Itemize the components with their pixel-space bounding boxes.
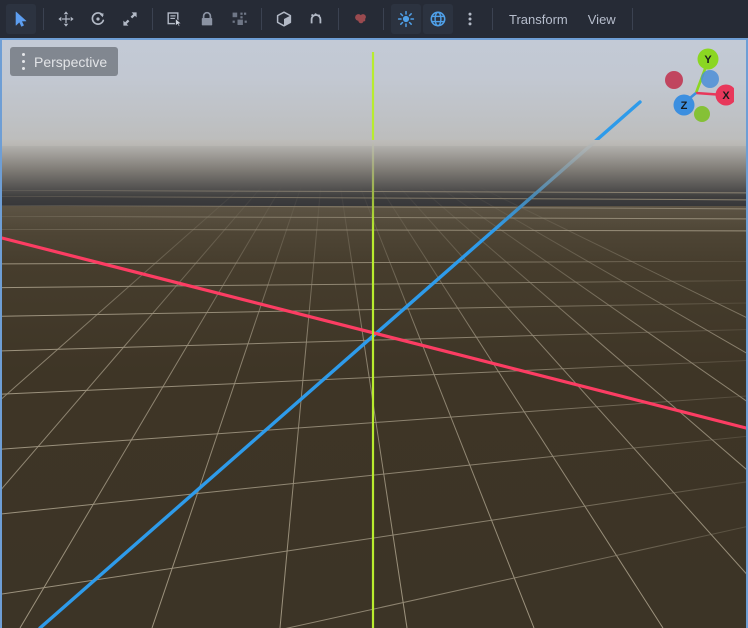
gizmo-label-y: Y <box>704 54 712 66</box>
3d-viewport[interactable] <box>2 40 746 628</box>
perspective-label: Perspective <box>34 54 107 70</box>
preview-sun-button[interactable] <box>391 4 421 34</box>
preview-environment-button[interactable] <box>423 4 453 34</box>
lock-selected-button[interactable] <box>192 4 222 34</box>
godot-3d-editor-window: Transform View <box>0 0 748 628</box>
gizmo-ball-y-negative <box>694 106 710 122</box>
toolbar-divider <box>43 8 44 30</box>
scale-mode-button[interactable] <box>115 4 145 34</box>
select-mode-button[interactable] <box>6 4 36 34</box>
axis-z-line <box>40 102 640 628</box>
toolbar-divider <box>383 8 384 30</box>
toolbar-divider <box>152 8 153 30</box>
move-mode-button[interactable] <box>51 4 81 34</box>
rotate-mode-button[interactable] <box>83 4 113 34</box>
local-space-button[interactable] <box>301 4 331 34</box>
perspective-label-button[interactable]: Perspective <box>10 47 118 76</box>
toolbar-divider <box>492 8 493 30</box>
list-selection-button[interactable] <box>160 4 190 34</box>
toolbar-divider <box>632 8 633 30</box>
gizmo-ball-z-negative <box>701 70 719 88</box>
transform-menu[interactable]: Transform <box>499 4 578 34</box>
world-axes <box>2 40 746 628</box>
gizmo-ball-x-negative <box>665 71 683 89</box>
snap-mode-button[interactable] <box>269 4 299 34</box>
kebab-menu-icon <box>16 53 30 70</box>
group-selected-button[interactable] <box>224 4 254 34</box>
toolbar-divider <box>338 8 339 30</box>
3d-viewport-frame[interactable]: Perspective Y X Z <box>0 38 748 628</box>
toolbar-divider <box>261 8 262 30</box>
view-menu[interactable]: View <box>578 4 626 34</box>
viewport-toolbar: Transform View <box>0 0 748 38</box>
sun-environment-options-button[interactable] <box>455 4 485 34</box>
ragdoll-button[interactable] <box>346 4 376 34</box>
gizmo-label-x: X <box>722 90 730 102</box>
view-axis-gizmo[interactable]: Y X Z <box>662 47 734 123</box>
gizmo-label-z: Z <box>681 100 688 112</box>
